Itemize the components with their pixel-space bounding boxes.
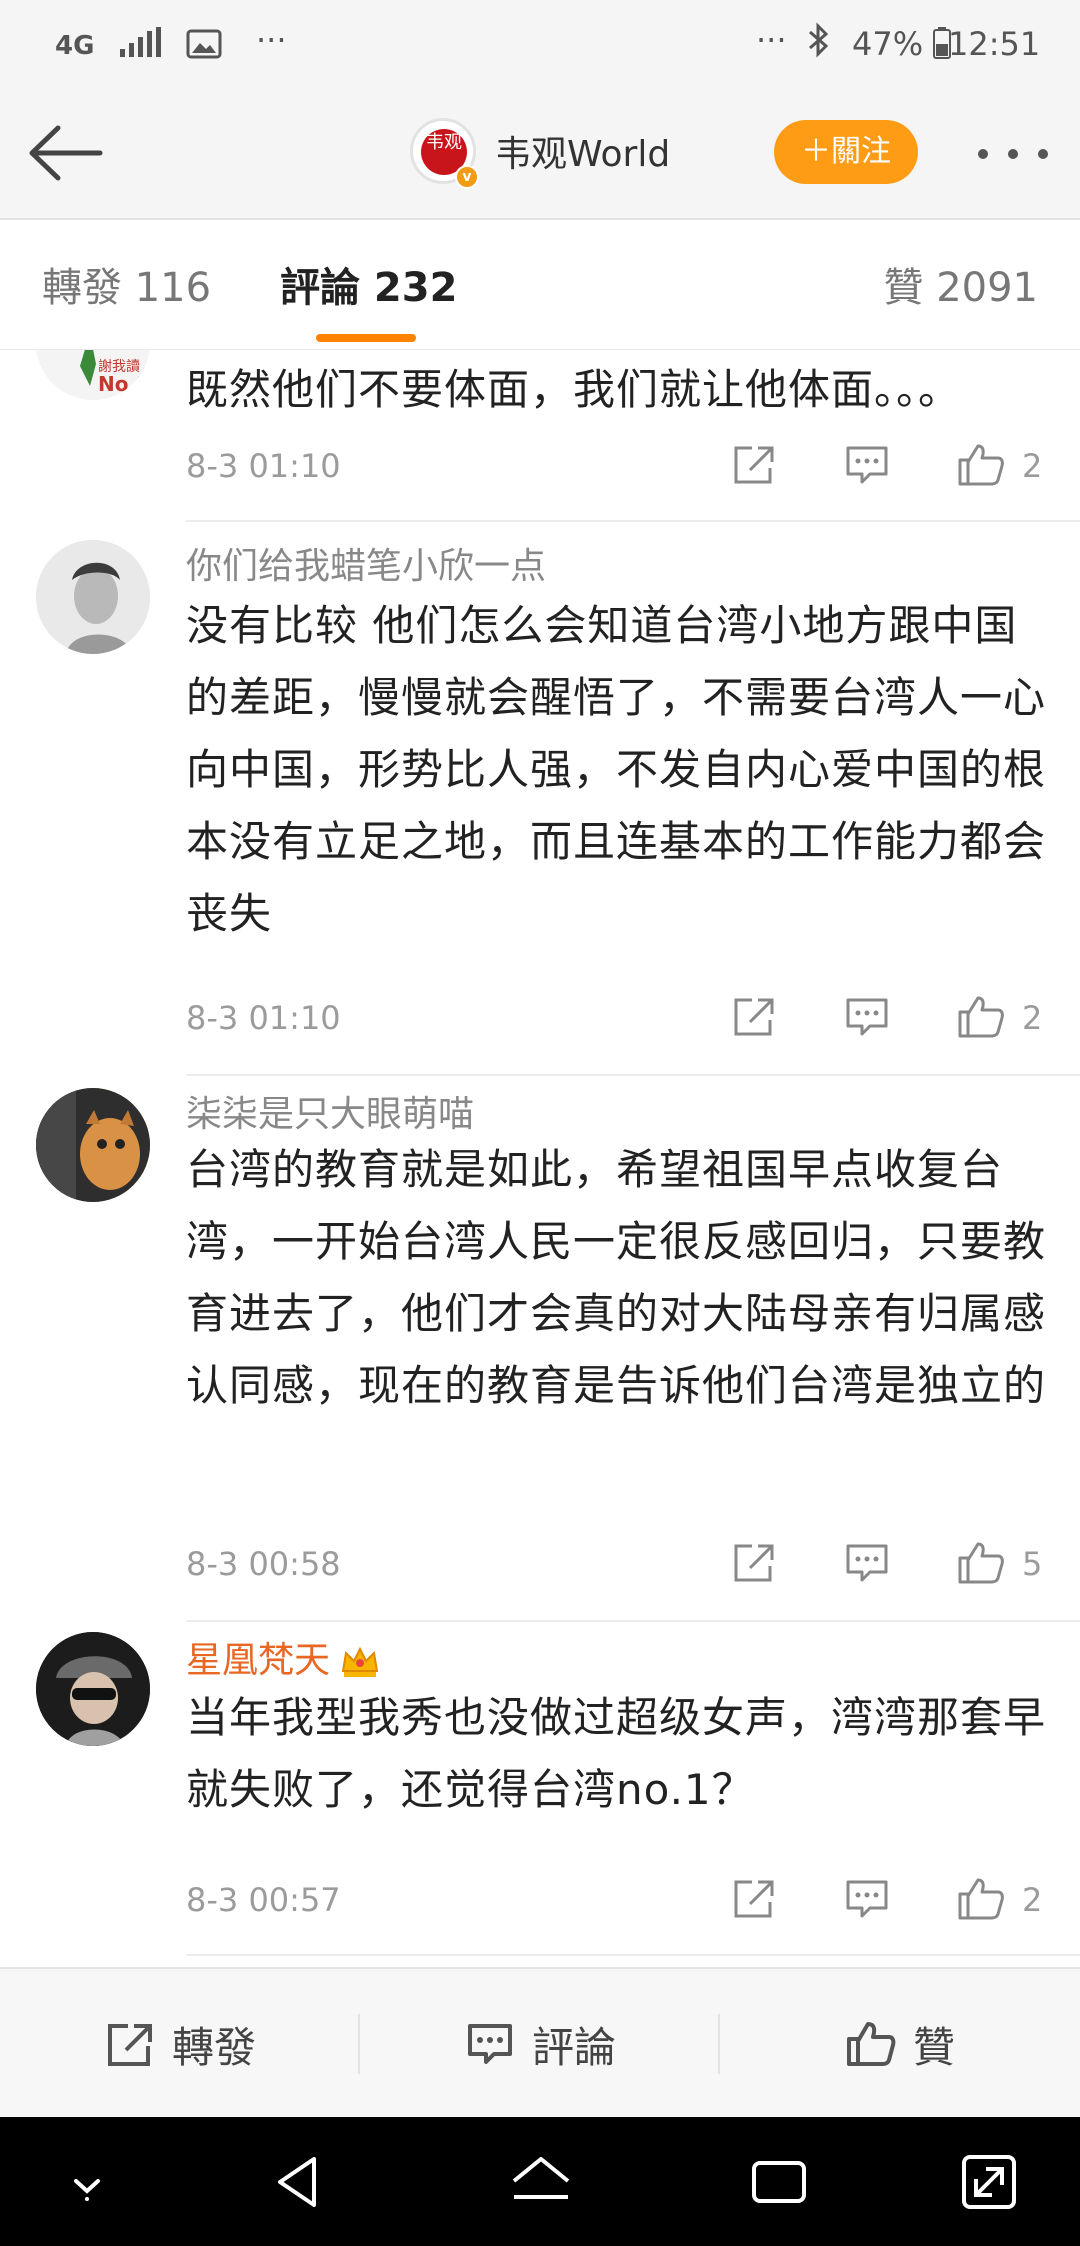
signal-icon — [118, 26, 162, 66]
home-icon — [512, 2157, 570, 2199]
more-options-button[interactable] — [978, 124, 1048, 184]
thumbs-up-icon — [958, 1878, 1004, 1920]
tab-comments[interactable]: 評論 232 — [280, 260, 457, 316]
reply-icon — [846, 1880, 888, 1918]
back-triangle-icon — [278, 2157, 316, 2207]
comment-time: 8-3 00:57 — [186, 1881, 341, 1919]
comment-label: 評論 — [531, 2022, 616, 2072]
more-dot-icon — [1038, 149, 1048, 159]
share-icon — [734, 998, 774, 1036]
battery-percent: 47% — [852, 25, 924, 63]
reply-comment-button[interactable] — [842, 1874, 892, 1924]
commenter-avatar[interactable] — [36, 540, 150, 654]
commenter-avatar[interactable] — [36, 1088, 150, 1202]
share-comment-button[interactable] — [730, 992, 780, 1042]
account-name[interactable]: 韦观World — [495, 130, 670, 180]
vip-crown-icon — [341, 1646, 379, 1677]
reply-icon — [846, 1544, 888, 1582]
clock: 12:51 — [948, 25, 1041, 63]
share-icon — [734, 446, 774, 484]
image-notification-icon — [186, 28, 222, 68]
top-app-bar: 韦观 v 韦观World ＋關注 — [0, 90, 1080, 220]
nav-home-button[interactable] — [506, 2147, 576, 2217]
status-bar: 4G ··· ··· 47% 12:51 — [0, 0, 1080, 90]
commenter-name-text: 星凰梵天 — [186, 1640, 331, 1681]
repost-button[interactable]: 轉發 — [0, 1969, 360, 2119]
reply-comment-button[interactable] — [842, 992, 892, 1042]
comment-divider — [186, 1954, 1080, 1956]
comment-time: 8-3 01:10 — [186, 447, 341, 485]
tab-bar: 轉發 116 評論 232 贊 2091 — [0, 220, 1080, 350]
nav-back-button[interactable] — [264, 2147, 334, 2217]
battery-level: 47% — [852, 24, 952, 64]
comment-text: 没有比较 他们怎么会知道台湾小地方跟中国的差距，慢慢就会醒悟了，不需要台湾人一心… — [186, 601, 1047, 938]
repost-label: 轉發 — [171, 2022, 256, 2072]
more-dot-icon — [978, 149, 988, 159]
chevron-down-icon — [74, 2179, 100, 2201]
network-indicator: 4G — [55, 31, 95, 61]
bottom-action-bar: 轉發 評論 贊 — [0, 1967, 1080, 2117]
thumbs-up-icon — [958, 1542, 1004, 1584]
comment-divider — [186, 1074, 1080, 1076]
comment-like-count: 2 — [1022, 999, 1043, 1037]
comment-like-count: 2 — [1022, 1881, 1043, 1919]
commenter-name[interactable]: 你们给我蜡笔小欣一点 — [186, 542, 546, 592]
reply-icon — [846, 998, 888, 1036]
nav-rotate-button[interactable] — [954, 2147, 1024, 2217]
recents-icon — [752, 2161, 806, 2203]
reply-icon — [846, 446, 888, 484]
more-notifications-icon: ··· — [256, 21, 287, 59]
like-label: 贊 — [912, 2022, 955, 2072]
expand-icon — [962, 2155, 1016, 2209]
share-comment-button[interactable] — [730, 1874, 780, 1924]
hide-navbar-button[interactable] — [52, 2147, 122, 2217]
follow-button[interactable]: ＋關注 — [774, 120, 918, 184]
like-comment-button[interactable] — [956, 440, 1006, 490]
like-comment-button[interactable] — [956, 1538, 1006, 1588]
verified-badge-icon: v — [455, 165, 479, 189]
nav-recents-button[interactable] — [744, 2147, 814, 2217]
more-status-icon: ··· — [756, 21, 787, 59]
comment-time: 8-3 00:58 — [186, 1545, 341, 1583]
comment-icon — [467, 2024, 512, 2064]
comment-text: 既然他们不要体面，我们就让他体面。。。 — [186, 365, 962, 414]
thumbs-up-icon — [958, 996, 1004, 1038]
back-button[interactable] — [26, 118, 106, 188]
share-icon — [734, 1880, 774, 1918]
comment-divider — [186, 520, 1080, 522]
comment-button[interactable]: 評論 — [360, 1969, 720, 2119]
comment-text: 当年我型我秀也没做过超级女声，湾湾那套早就失败了，还觉得台湾no.1？ — [186, 1693, 1047, 1814]
comment-time: 8-3 01:10 — [186, 999, 341, 1037]
share-comment-button[interactable] — [730, 1538, 780, 1588]
bluetooth-icon — [806, 22, 832, 67]
tab-reposts[interactable]: 轉發 116 — [42, 260, 211, 316]
commenter-avatar[interactable]: 謝我讀 No.1 — [36, 350, 150, 400]
like-comment-button[interactable] — [956, 992, 1006, 1042]
comment-like-count: 5 — [1022, 1545, 1043, 1583]
avatar-badge-text: No.1 — [98, 372, 150, 396]
commenter-name[interactable]: 星凰梵天 — [186, 1636, 380, 1686]
comment-text: 台湾的教育就是如此，希望祖国早点收复台湾，一开始台湾人民一定很反感回归，只要教育… — [186, 1145, 1047, 1410]
reply-comment-button[interactable] — [842, 440, 892, 490]
comment-list[interactable]: 謝我讀 No.1 既然他们不要体面，我们就让他体面。。。 8-3 01:10 2… — [0, 350, 1080, 1967]
tab-likes[interactable]: 贊 2091 — [883, 260, 1038, 316]
thumbs-up-icon — [846, 2022, 896, 2066]
commenter-avatar[interactable] — [36, 1632, 150, 1746]
comment-like-count: 2 — [1022, 447, 1043, 485]
comment-divider — [186, 1620, 1080, 1622]
like-comment-button[interactable] — [956, 1874, 1006, 1924]
back-arrow-icon — [29, 125, 103, 181]
more-dot-icon — [1008, 149, 1018, 159]
like-button[interactable]: 贊 — [720, 1969, 1080, 2119]
thumbs-up-icon — [958, 444, 1004, 486]
commenter-name[interactable]: 柒柒是只大眼萌喵 — [186, 1090, 474, 1140]
system-navigation-bar — [0, 2117, 1080, 2246]
share-comment-button[interactable] — [730, 440, 780, 490]
repost-icon — [107, 2024, 152, 2066]
active-tab-indicator — [316, 334, 416, 342]
share-icon — [734, 1544, 774, 1582]
reply-comment-button[interactable] — [842, 1538, 892, 1588]
